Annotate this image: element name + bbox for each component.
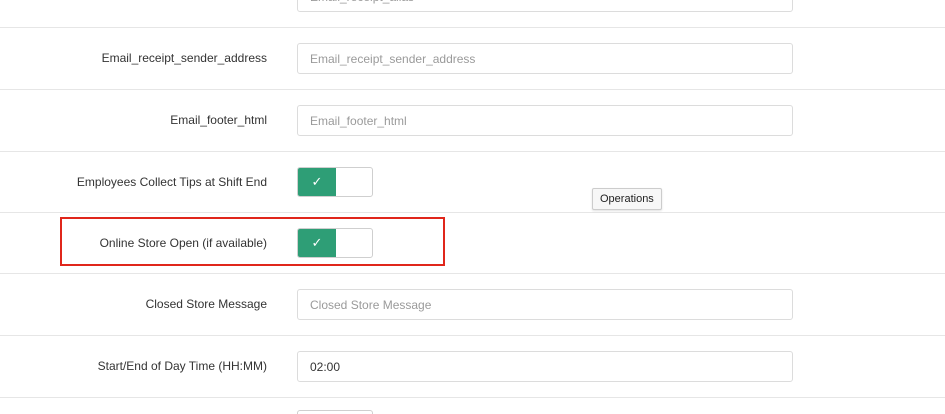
row-divider bbox=[0, 397, 945, 398]
closed-store-message-input[interactable] bbox=[297, 289, 793, 320]
operations-tooltip: Operations bbox=[592, 188, 662, 210]
row-divider bbox=[0, 273, 945, 274]
employees-collect-tips-toggle[interactable]: ✓ bbox=[297, 167, 373, 197]
start-end-of-day-time-label: Start/End of Day Time (HH:MM) bbox=[97, 359, 267, 373]
email-receipt-sender-address-input[interactable] bbox=[297, 43, 793, 74]
email-footer-html-label: Email_footer_html bbox=[170, 113, 267, 127]
email-receipt-alias-input[interactable] bbox=[297, 0, 793, 12]
next-row-control[interactable] bbox=[297, 410, 373, 414]
email-footer-html-input[interactable] bbox=[297, 105, 793, 136]
closed-store-message-label: Closed Store Message bbox=[145, 297, 267, 311]
checkmark-icon: ✓ bbox=[298, 229, 336, 257]
row-divider bbox=[0, 212, 945, 213]
online-store-open-label: Online Store Open (if available) bbox=[99, 236, 267, 250]
row-divider bbox=[0, 335, 945, 336]
email-receipt-sender-address-label: Email_receipt_sender_address bbox=[101, 51, 267, 65]
settings-form: Email_receipt_sender_address Email_foote… bbox=[0, 0, 945, 414]
row-divider bbox=[0, 27, 945, 28]
employees-collect-tips-label: Employees Collect Tips at Shift End bbox=[76, 175, 267, 189]
row-divider bbox=[0, 89, 945, 90]
checkmark-icon: ✓ bbox=[298, 168, 336, 196]
online-store-open-toggle[interactable]: ✓ bbox=[297, 228, 373, 258]
start-end-of-day-time-input[interactable] bbox=[297, 351, 793, 382]
row-divider bbox=[0, 151, 945, 152]
